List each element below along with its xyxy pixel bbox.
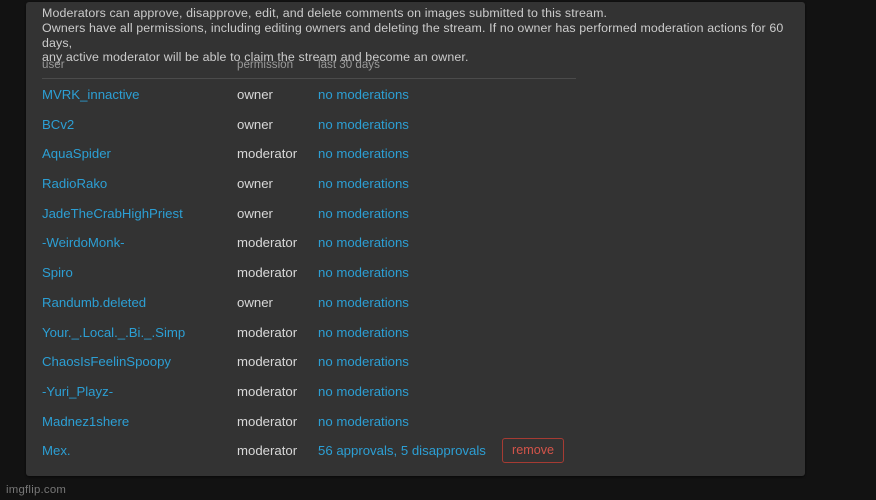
permission-value: moderator (237, 324, 298, 340)
permission-value: moderator (237, 413, 298, 429)
user-link[interactable]: Madnez1shere (42, 414, 129, 430)
user-link[interactable]: RadioRako (42, 176, 107, 192)
table-header-row: user permission last 30 days (42, 58, 576, 79)
moderation-activity-link[interactable]: no moderations (318, 235, 409, 251)
permission-value: moderator (237, 235, 298, 251)
permission-value: moderator (237, 146, 298, 162)
user-link[interactable]: JadeTheCrabHighPriest (42, 206, 183, 222)
table-row: Mex. moderator 56 approvals, 5 disapproval… (42, 435, 802, 465)
screen-root: Moderators can approve, disapprove, edit… (0, 0, 876, 500)
permission-value: moderator (237, 443, 298, 459)
column-header-last-30-days: last 30 days (318, 58, 380, 71)
permission-value: owner (237, 176, 273, 192)
moderation-activity-link[interactable]: 56 approvals, 5 disapprovals (318, 443, 486, 459)
permission-value: owner (237, 116, 273, 132)
moderation-activity-link[interactable]: no moderations (318, 206, 409, 222)
imgflip-watermark: imgflip.com (6, 484, 67, 496)
user-link[interactable]: Spiro (42, 265, 73, 281)
permission-value: moderator (237, 354, 298, 370)
table-row: MVRK_innactive owner no moderations (42, 79, 802, 109)
description-line-1: Moderators can approve, disapprove, edit… (42, 6, 608, 20)
user-link[interactable]: -WeirdoMonk- (42, 235, 125, 251)
moderation-activity-link[interactable]: no moderations (318, 146, 409, 162)
permission-value: owner (237, 205, 273, 221)
permission-value: moderator (237, 383, 298, 399)
table-row: Your._.Local._.Bi._.Simp moderator no mode… (42, 317, 802, 347)
moderation-activity-link[interactable]: no moderations (318, 87, 409, 103)
table-row: Randumb.deleted owner no moderations (42, 287, 802, 317)
moderators-table: user permission last 30 days MVRK_innact… (42, 58, 802, 465)
moderation-activity-link[interactable]: no moderations (318, 176, 409, 192)
column-header-permission: permission (237, 58, 294, 71)
moderation-activity-link[interactable]: no moderations (318, 384, 409, 400)
moderators-panel: Moderators can approve, disapprove, edit… (26, 2, 805, 476)
user-link[interactable]: ChaosIsFeelinSpoopy (42, 354, 171, 370)
table-row: -Yuri_Playz-moderator no moderations (42, 376, 802, 406)
moderation-activity-link[interactable]: no moderations (318, 414, 409, 430)
panel-description: Moderators can approve, disapprove, edit… (42, 6, 790, 65)
permission-value: moderator (237, 265, 298, 281)
permission-value: owner (237, 87, 273, 102)
column-header-user: user (42, 58, 65, 71)
user-link[interactable]: Your._.Local._.Bi._.Simp (42, 325, 185, 341)
user-link[interactable]: AquaSpider (42, 146, 111, 162)
moderation-activity-link[interactable]: no moderations (318, 325, 409, 341)
user-link[interactable]: BCv2 (42, 117, 74, 133)
table-row: JadeTheCrabHighPriest owner no moderations (42, 198, 802, 228)
table-row: ChaosIsFeelinSpoopy moderator no moderatio… (42, 346, 802, 376)
moderation-activity-link[interactable]: no moderations (318, 354, 409, 370)
moderation-activity-link[interactable]: no moderations (318, 265, 409, 281)
table-row: -WeirdoMonk-moderator no moderations (42, 227, 802, 257)
user-link[interactable]: -Yuri_Playz- (42, 384, 113, 400)
table-row: BCv2 owner no moderations (42, 109, 802, 139)
table-row: Madnez1shere moderator no moderations (42, 406, 802, 436)
user-link[interactable]: Randumb.deleted (42, 295, 146, 311)
permission-value: owner (237, 294, 273, 310)
table-body: MVRK_innactive owner no moderations BCv2 own… (42, 79, 802, 465)
row-action-cell: remove (502, 438, 564, 464)
user-link[interactable]: Mex. (42, 443, 71, 459)
table-row: Spiro moderator no moderations (42, 257, 802, 287)
moderation-activity-link[interactable]: no moderations (318, 117, 409, 133)
user-link[interactable]: MVRK_innactive (42, 87, 139, 103)
moderation-activity-link[interactable]: no moderations (318, 295, 409, 311)
description-line-2: Owners have all permissions, including e… (42, 20, 784, 50)
remove-button[interactable]: remove (502, 438, 564, 464)
table-row: RadioRako owner no moderations (42, 168, 802, 198)
table-row: AquaSpider moderator no moderations (42, 138, 802, 168)
